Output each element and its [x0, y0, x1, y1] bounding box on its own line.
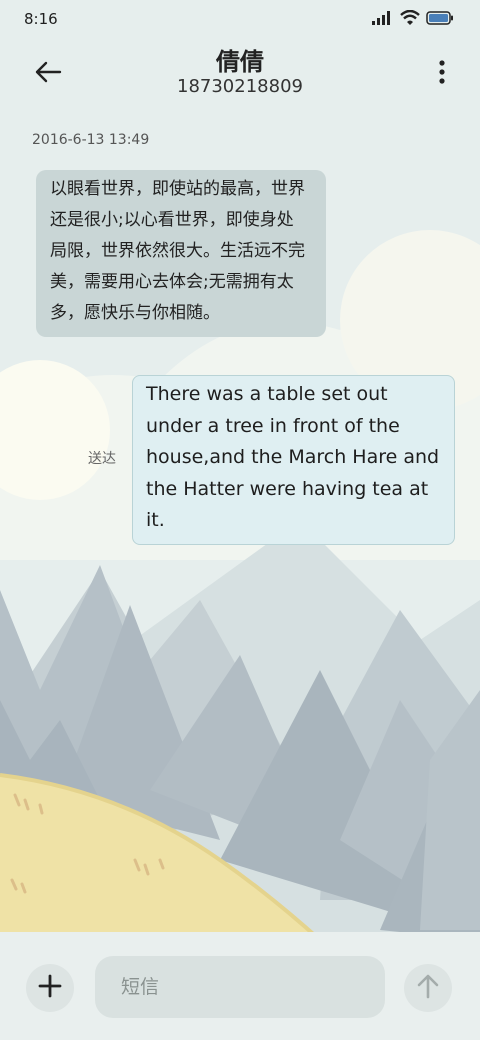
arrow-up-icon [416, 973, 440, 1003]
incoming-message-bubble[interactable]: 以眼看世界，即使站的最高，世界 还是很小;以心看世界，即使身处 局限，世界依然很… [36, 170, 326, 337]
conversation-header: 倩倩 18730218809 [0, 40, 480, 110]
status-icons [372, 9, 454, 29]
status-time: 8:16 [24, 10, 58, 28]
message-input[interactable] [95, 956, 385, 1018]
wifi-icon [400, 9, 420, 29]
message-line: the Hatter were having tea at [146, 477, 429, 500]
message-line: under a tree in front of the [146, 414, 400, 437]
message-timestamp: 2016-6-13 13:49 [32, 132, 150, 148]
message-line: it. [146, 509, 165, 531]
send-button[interactable] [404, 964, 452, 1012]
message-line: 多，愿快乐与你相随。 [50, 303, 220, 323]
message-line: 局限，世界依然很大。生活远不完 [50, 241, 305, 261]
status-bar: 8:16 [0, 0, 480, 40]
message-line: 以眼看世界，即使站的最高，世界 [50, 179, 305, 199]
outgoing-message-bubble[interactable]: There was a table set out under a tree i… [132, 375, 455, 545]
more-vertical-icon [438, 60, 446, 88]
message-line: There was a table set out [146, 383, 388, 405]
message-line: house,and the March Hare and [146, 446, 440, 468]
message-line: 美，需要用心去体会;无需拥有太 [50, 272, 294, 292]
battery-icon [426, 10, 454, 29]
contact-number: 18730218809 [177, 76, 303, 97]
delivery-status: 送达 [88, 451, 116, 467]
message-line: 还是很小;以心看世界，即使身处 [50, 210, 294, 230]
add-attachment-button[interactable] [26, 964, 74, 1012]
contact-name: 倩倩 [216, 48, 264, 76]
plus-icon [38, 974, 62, 1002]
composer-bar [0, 932, 480, 1040]
more-options-button[interactable] [430, 54, 454, 94]
signal-icon [372, 10, 394, 29]
